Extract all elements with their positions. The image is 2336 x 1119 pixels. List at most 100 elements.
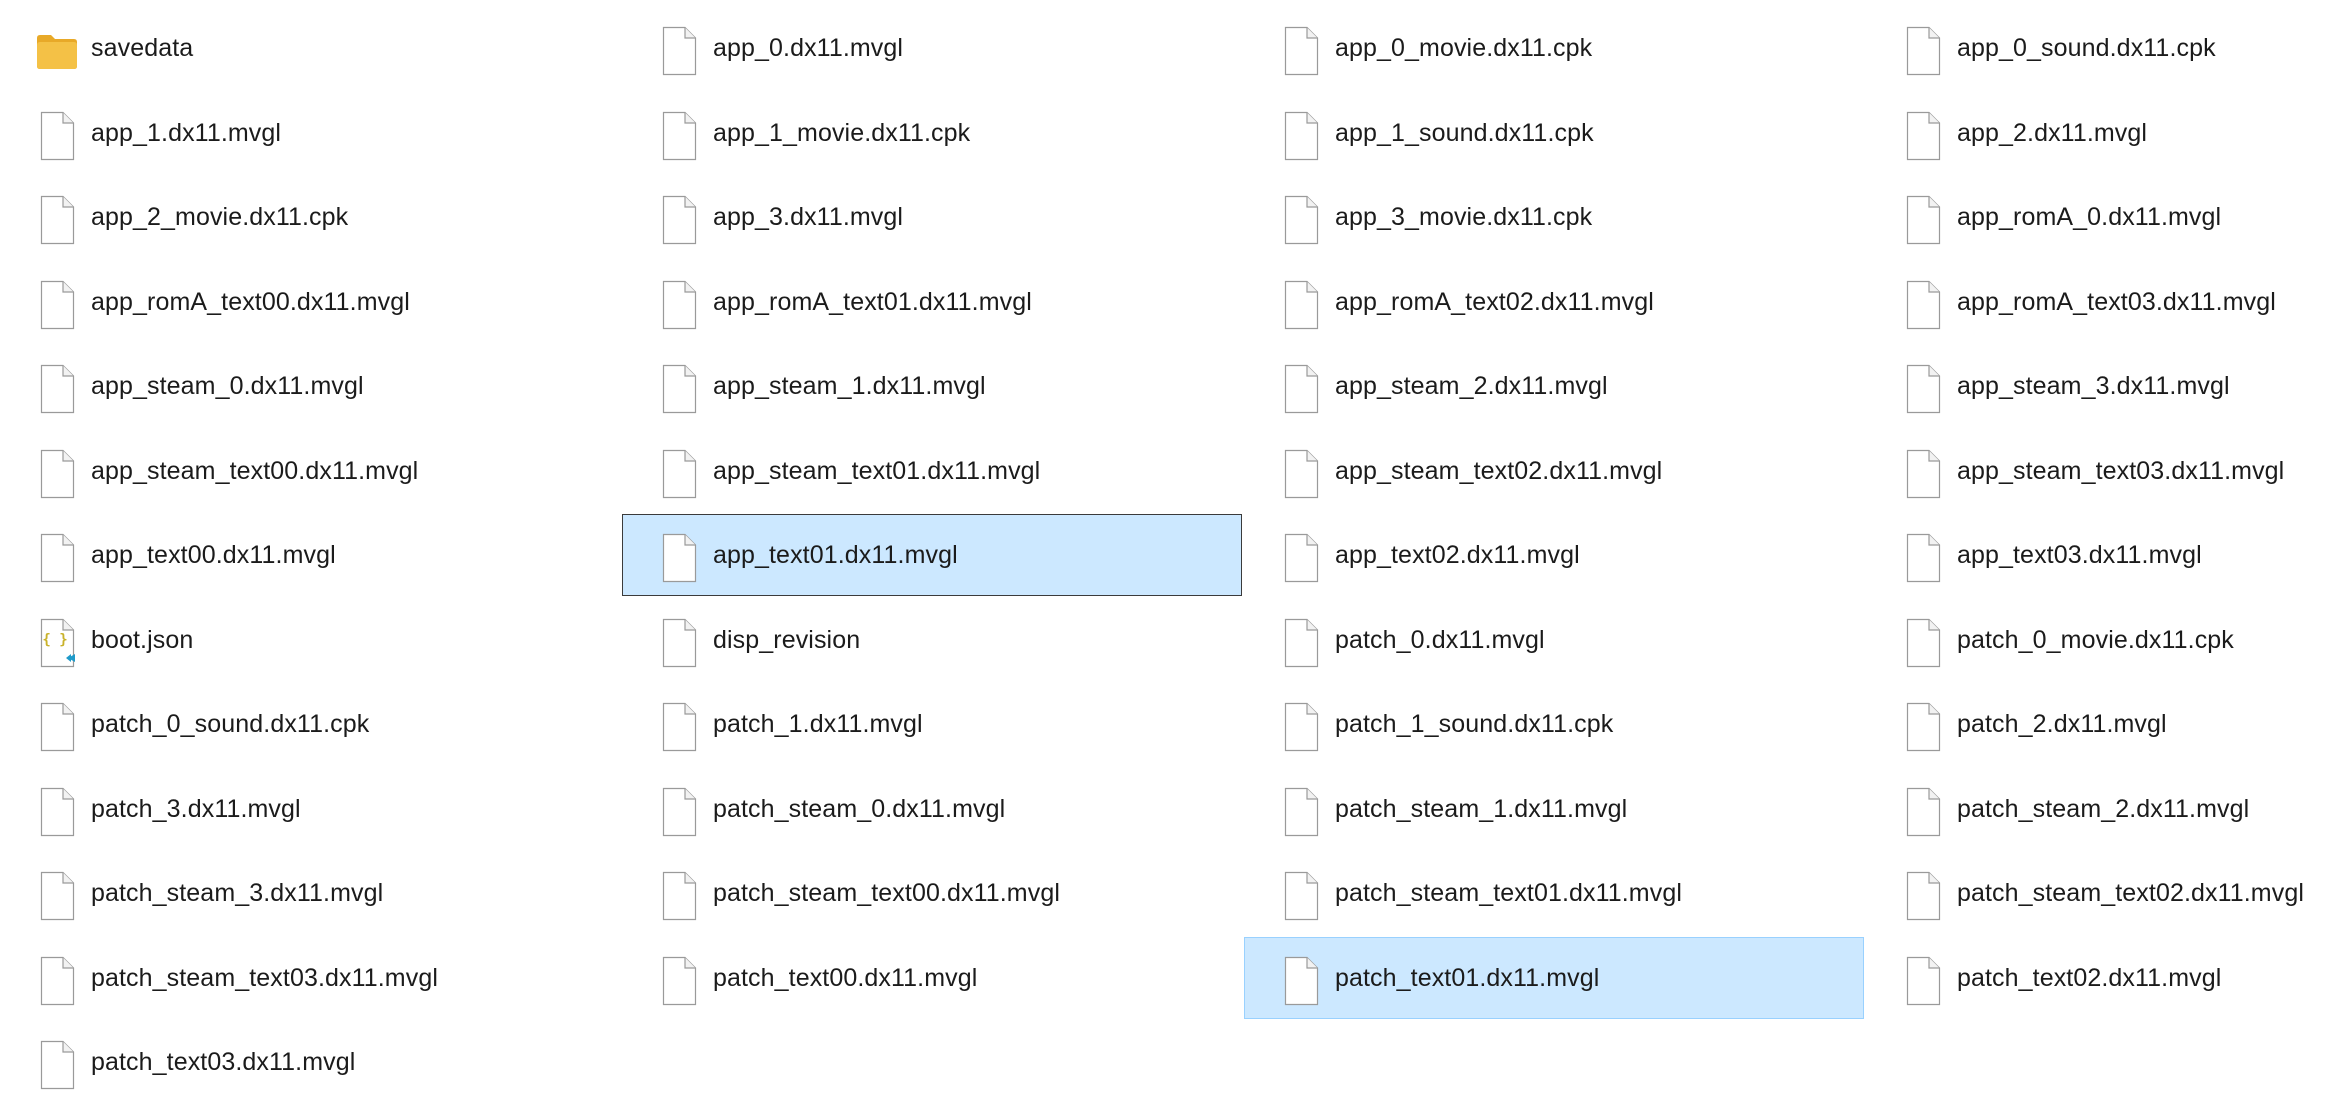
file-item[interactable]: patch_steam_text03.dx11.mvgl (0, 937, 620, 1019)
file-item[interactable]: patch_steam_text01.dx11.mvgl (1244, 852, 1864, 934)
file-name: app_steam_1.dx11.mvgl (713, 372, 986, 400)
file-item[interactable]: patch_steam_text00.dx11.mvgl (622, 852, 1242, 934)
file-icon (657, 787, 701, 837)
file-icon (1901, 871, 1945, 921)
file-icon (1279, 26, 1323, 76)
file-icon (657, 26, 701, 76)
file-item[interactable]: app_steam_1.dx11.mvgl (622, 345, 1242, 427)
file-icon (35, 956, 79, 1006)
file-name: app_2.dx11.mvgl (1957, 118, 2148, 147)
file-name: app_steam_0.dx11.mvgl (91, 372, 364, 400)
file-name: app_1_sound.dx11.cpk (1335, 118, 1594, 147)
json-file-icon: { } (35, 618, 79, 668)
file-name: app_romA_0.dx11.mvgl (1957, 203, 2222, 231)
file-item[interactable]: patch_text00.dx11.mvgl (622, 937, 1242, 1019)
file-icon (1279, 871, 1323, 921)
file-item[interactable]: patch_1_sound.dx11.cpk (1244, 683, 1864, 765)
file-item[interactable]: patch_1.dx11.mvgl (622, 683, 1242, 765)
file-name: app_romA_text03.dx11.mvgl (1957, 287, 2276, 316)
file-item[interactable]: app_steam_0.dx11.mvgl (0, 345, 620, 427)
file-item[interactable]: app_steam_text00.dx11.mvgl (0, 430, 620, 512)
file-name: app_text03.dx11.mvgl (1957, 541, 2202, 569)
file-item[interactable]: patch_text01.dx11.mvgl (1244, 936, 1864, 1019)
file-icon (35, 364, 79, 414)
file-item[interactable]: app_0.dx11.mvgl (622, 7, 1242, 89)
file-item[interactable]: app_steam_text01.dx11.mvgl (622, 430, 1242, 512)
file-item[interactable]: app_romA_text02.dx11.mvgl (1244, 261, 1864, 343)
file-icon (1901, 702, 1945, 752)
file-item[interactable]: app_3.dx11.mvgl (622, 176, 1242, 258)
file-item[interactable]: app_text02.dx11.mvgl (1244, 514, 1864, 596)
file-item[interactable]: patch_text02.dx11.mvgl (1866, 937, 2336, 1019)
file-icon (1901, 280, 1945, 330)
file-item[interactable]: app_steam_text03.dx11.mvgl (1866, 430, 2336, 512)
file-icon (1901, 195, 1945, 245)
file-name: app_1_movie.dx11.cpk (713, 118, 971, 147)
file-name: app_steam_2.dx11.mvgl (1335, 372, 1608, 400)
file-item[interactable]: patch_steam_text02.dx11.mvgl (1866, 852, 2336, 934)
file-name: app_0_movie.dx11.cpk (1335, 34, 1593, 62)
file-grid[interactable]: savedata app_0.dx11.mvgl app_0_movie.dx11.… (0, 0, 2336, 1119)
file-item[interactable]: patch_text03.dx11.mvgl (0, 1021, 620, 1103)
file-icon (657, 280, 701, 330)
file-icon (1279, 702, 1323, 752)
file-item[interactable]: app_2.dx11.mvgl (1866, 92, 2336, 174)
file-item[interactable]: app_1_sound.dx11.cpk (1244, 92, 1864, 174)
file-item[interactable]: patch_steam_1.dx11.mvgl (1244, 768, 1864, 850)
file-icon (1901, 111, 1945, 161)
file-item[interactable]: app_steam_2.dx11.mvgl (1244, 345, 1864, 427)
file-item[interactable]: patch_steam_2.dx11.mvgl (1866, 768, 2336, 850)
file-item[interactable]: app_0_movie.dx11.cpk (1244, 7, 1864, 89)
file-icon (35, 1040, 79, 1090)
file-item[interactable]: app_0_sound.dx11.cpk (1866, 7, 2336, 89)
file-icon (1279, 111, 1323, 161)
file-item[interactable]: disp_revision (622, 599, 1242, 681)
file-name: patch_steam_text02.dx11.mvgl (1957, 879, 2304, 907)
file-item[interactable]: app_romA_0.dx11.mvgl (1866, 176, 2336, 258)
file-icon (35, 280, 79, 330)
file-name: app_3_movie.dx11.cpk (1335, 203, 1593, 231)
file-item[interactable]: app_steam_3.dx11.mvgl (1866, 345, 2336, 427)
svg-text:{ }: { } (42, 632, 67, 648)
file-item[interactable]: patch_0_movie.dx11.cpk (1866, 599, 2336, 681)
file-item[interactable]: patch_0_sound.dx11.cpk (0, 683, 620, 765)
file-icon (1279, 449, 1323, 499)
file-name: app_steam_3.dx11.mvgl (1957, 372, 2230, 400)
file-icon (657, 618, 701, 668)
file-name: savedata (91, 34, 194, 62)
file-item[interactable]: patch_2.dx11.mvgl (1866, 683, 2336, 765)
file-name: app_text01.dx11.mvgl (713, 541, 958, 569)
file-item[interactable]: app_text01.dx11.mvgl (622, 514, 1242, 596)
file-item[interactable]: patch_steam_3.dx11.mvgl (0, 852, 620, 934)
file-icon (1901, 26, 1945, 76)
file-name: disp_revision (713, 625, 861, 654)
file-icon (1901, 364, 1945, 414)
file-item[interactable]: app_romA_text03.dx11.mvgl (1866, 261, 2336, 343)
file-item[interactable]: app_3_movie.dx11.cpk (1244, 176, 1864, 258)
file-item[interactable]: app_1_movie.dx11.cpk (622, 92, 1242, 174)
file-icon (1279, 618, 1323, 668)
file-item[interactable]: patch_3.dx11.mvgl (0, 768, 620, 850)
file-name: patch_steam_1.dx11.mvgl (1335, 794, 1628, 823)
file-item[interactable]: patch_steam_0.dx11.mvgl (622, 768, 1242, 850)
file-item[interactable]: app_steam_text02.dx11.mvgl (1244, 430, 1864, 512)
file-item[interactable]: app_romA_text01.dx11.mvgl (622, 261, 1242, 343)
file-item[interactable]: app_romA_text00.dx11.mvgl (0, 261, 620, 343)
file-item[interactable]: app_1.dx11.mvgl (0, 92, 620, 174)
file-icon (1279, 533, 1323, 583)
file-name: app_steam_text01.dx11.mvgl (713, 456, 1041, 485)
file-item[interactable]: app_text00.dx11.mvgl (0, 514, 620, 596)
file-icon (657, 449, 701, 499)
file-icon (1901, 787, 1945, 837)
file-item[interactable]: app_2_movie.dx11.cpk (0, 176, 620, 258)
file-name: patch_steam_text03.dx11.mvgl (91, 963, 438, 992)
file-item[interactable]: patch_0.dx11.mvgl (1244, 599, 1864, 681)
file-item[interactable]: { } boot.json (0, 599, 620, 681)
file-name: app_0_sound.dx11.cpk (1957, 34, 2216, 62)
file-name: patch_steam_text01.dx11.mvgl (1335, 879, 1682, 907)
file-name: app_steam_text00.dx11.mvgl (91, 456, 419, 485)
file-item[interactable]: app_text03.dx11.mvgl (1866, 514, 2336, 596)
file-icon (657, 533, 701, 583)
file-name: app_romA_text01.dx11.mvgl (713, 287, 1032, 316)
file-item[interactable]: savedata (0, 7, 620, 89)
